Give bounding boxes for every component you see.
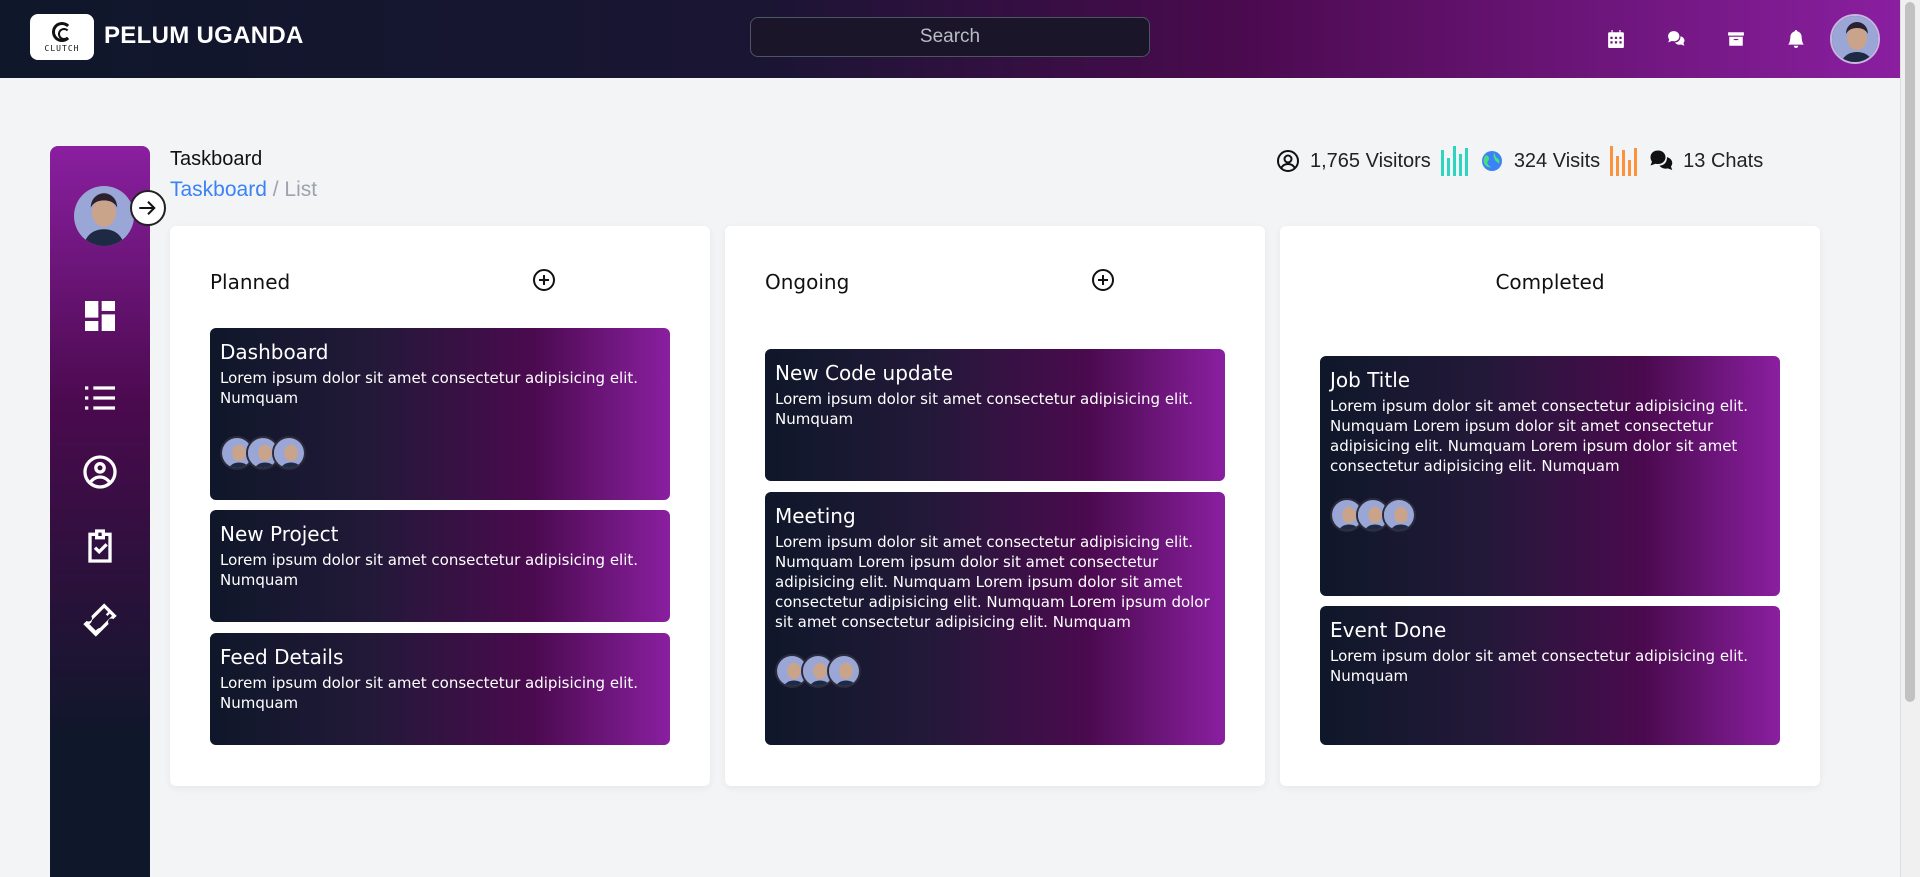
task-card[interactable]: Event Done Lorem ipsum dolor sit amet co… <box>1320 606 1780 745</box>
calendar-icon <box>1608 30 1624 48</box>
list-icon <box>85 386 115 410</box>
card-body: Lorem ipsum dolor sit amet consectetur a… <box>775 390 1194 428</box>
chat-icon <box>1650 150 1673 170</box>
chats-count: 13 Chats <box>1683 149 1764 172</box>
visitors-stat: 1,765 Visitors <box>1276 146 1468 176</box>
chat-button[interactable] <box>1646 30 1706 48</box>
stats-bar: 1,765 Visitors 324 Visits 13 Chats <box>1276 146 1775 176</box>
archive-icon <box>1728 32 1744 46</box>
sidebar-avatar[interactable] <box>74 186 134 246</box>
visits-count: 324 Visits <box>1513 149 1601 172</box>
breadcrumb-separator: / <box>272 178 279 201</box>
column-title: Ongoing <box>765 270 850 294</box>
add-circle-icon[interactable] <box>532 268 556 292</box>
sidebar <box>50 146 166 877</box>
brand-name: PELUM UGANDA <box>104 22 304 49</box>
sidebar-item-profile[interactable] <box>78 450 122 494</box>
sidebar-item-dashboard[interactable] <box>78 294 122 338</box>
card-title: Event Done <box>1330 618 1447 642</box>
dashboard-icon <box>85 301 115 331</box>
globe-icon <box>1481 151 1502 171</box>
column-ongoing: Ongoing New Code update Lorem ipsum dolo… <box>725 226 1265 786</box>
task-card[interactable]: New Project Lorem ipsum dolor sit amet c… <box>210 510 670 622</box>
visits-bars-icon <box>1610 146 1638 176</box>
ticket-icon <box>83 603 117 637</box>
user-circle-icon <box>83 455 117 489</box>
page-scrollbar[interactable] <box>1900 0 1920 877</box>
card-body: Lorem ipsum dolor sit amet consectetur a… <box>220 369 639 407</box>
card-assignees <box>775 654 1215 688</box>
card-title: Dashboard <box>220 340 329 364</box>
sidebar-expand-button[interactable] <box>130 190 166 226</box>
user-avatar[interactable] <box>1830 14 1880 64</box>
top-navbar: CLUTCH PELUM UGANDA <box>0 0 1900 78</box>
breadcrumb: Taskboard / List <box>170 178 317 202</box>
card-title: New Project <box>220 522 339 546</box>
arrow-right-icon <box>139 201 156 215</box>
card-title: Feed Details <box>220 645 344 669</box>
assignee-avatar[interactable] <box>1382 498 1416 532</box>
assignee-avatar[interactable] <box>827 654 861 688</box>
visitors-bars-icon <box>1440 146 1468 176</box>
top-icon-group <box>1586 12 1880 66</box>
assignee-avatar[interactable] <box>272 436 306 470</box>
task-card[interactable]: Feed Details Lorem ipsum dolor sit amet … <box>210 633 670 745</box>
card-body: Lorem ipsum dolor sit amet consectetur a… <box>775 533 1210 631</box>
avatar-photo <box>1832 16 1878 62</box>
card-assignees <box>220 436 660 470</box>
card-body: Lorem ipsum dolor sit amet consectetur a… <box>1330 647 1749 685</box>
breadcrumb-current: List <box>284 178 318 201</box>
archive-button[interactable] <box>1706 30 1766 48</box>
column-completed: Completed Job Title Lorem ipsum dolor si… <box>1280 226 1820 786</box>
card-body: Lorem ipsum dolor sit amet consectetur a… <box>220 551 639 589</box>
column-planned: Planned Dashboard Lorem ipsum dolor sit … <box>170 226 710 786</box>
chat-icon <box>1668 31 1685 46</box>
sidebar-item-tasks[interactable] <box>78 524 122 568</box>
breadcrumb-link[interactable]: Taskboard <box>170 178 267 201</box>
card-title: New Code update <box>775 361 954 385</box>
card-title: Meeting <box>775 504 856 528</box>
column-title: Planned <box>210 270 291 294</box>
task-card[interactable]: Dashboard Lorem ipsum dolor sit amet con… <box>210 328 670 500</box>
card-title: Job Title <box>1330 368 1411 392</box>
scrollbar-thumb[interactable] <box>1905 2 1915 702</box>
logo-text: CLUTCH <box>44 43 80 53</box>
column-title: Completed <box>1495 270 1605 294</box>
user-circle-icon <box>1277 150 1299 172</box>
search-input[interactable] <box>750 17 1150 57</box>
bell-icon <box>1788 30 1804 48</box>
chats-stat: 13 Chats <box>1649 149 1763 173</box>
card-assignees <box>1330 498 1770 532</box>
task-card[interactable]: Meeting Lorem ipsum dolor sit amet conse… <box>765 492 1225 745</box>
task-card[interactable]: New Code update Lorem ipsum dolor sit am… <box>765 349 1225 481</box>
task-card[interactable]: Job Title Lorem ipsum dolor sit amet con… <box>1320 356 1780 596</box>
sidebar-avatar-photo <box>74 186 134 246</box>
card-body: Lorem ipsum dolor sit amet consectetur a… <box>220 674 639 712</box>
card-body: Lorem ipsum dolor sit amet consectetur a… <box>1330 397 1749 475</box>
visits-stat: 324 Visits <box>1480 146 1638 176</box>
sidebar-item-list[interactable] <box>78 376 122 420</box>
app-logo[interactable]: CLUTCH <box>30 14 94 60</box>
notifications-button[interactable] <box>1766 30 1826 48</box>
calendar-button[interactable] <box>1586 30 1646 48</box>
add-circle-icon[interactable] <box>1091 268 1115 292</box>
logo-mark-icon <box>52 21 72 42</box>
sidebar-item-tickets[interactable] <box>78 598 122 642</box>
page-title: Taskboard <box>170 148 263 170</box>
clipboard-check-icon <box>88 529 112 563</box>
visitors-count: 1,765 Visitors <box>1310 149 1431 172</box>
